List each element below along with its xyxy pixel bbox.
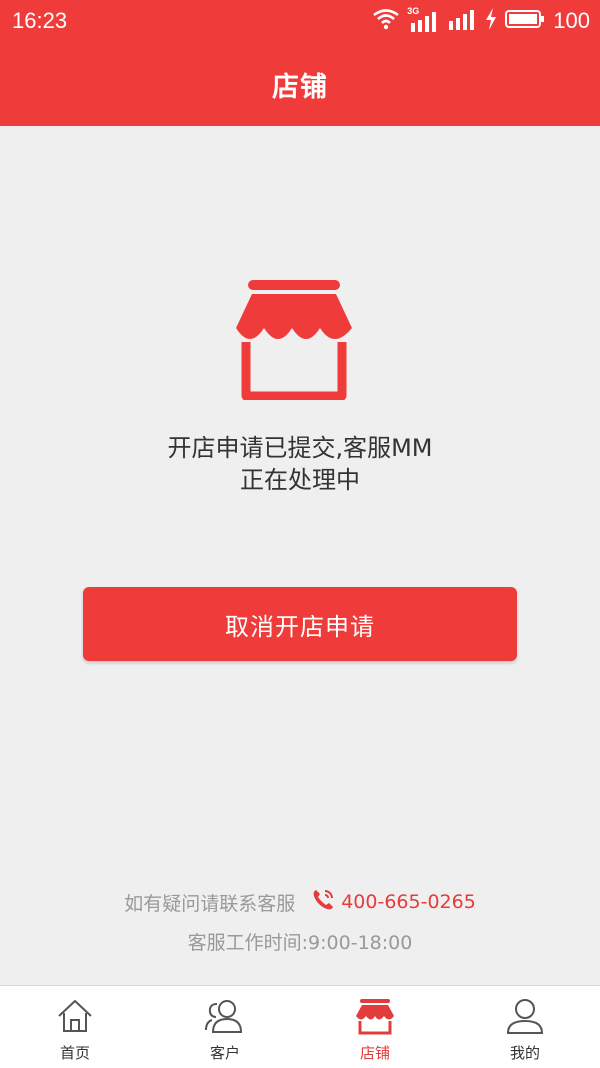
page-title: 店铺 bbox=[272, 71, 328, 103]
wifi-icon bbox=[373, 8, 400, 35]
shop-illustration-icon bbox=[234, 280, 354, 401]
customers-icon bbox=[203, 996, 247, 1040]
tab-shop[interactable]: 店铺 bbox=[300, 986, 450, 1068]
tab-shop-label: 店铺 bbox=[359, 1044, 390, 1062]
phone-icon bbox=[311, 888, 341, 917]
profile-icon bbox=[505, 996, 545, 1040]
battery-icon bbox=[505, 8, 545, 35]
service-hours: 客服工作时间:9:00-18:00 bbox=[187, 932, 413, 954]
status-message-line1: 开店申请已提交,客服MM bbox=[167, 434, 433, 462]
status-message-line2: 正在处理中 bbox=[240, 466, 360, 494]
app-header: 店铺 bbox=[0, 42, 600, 126]
shop-icon bbox=[353, 996, 397, 1040]
cell-signal-icon bbox=[447, 7, 477, 36]
tab-customers[interactable]: 客户 bbox=[150, 986, 300, 1068]
cancel-application-button[interactable]: 取消开店申请 bbox=[83, 587, 517, 661]
status-time: 16:23 bbox=[12, 8, 68, 33]
home-icon bbox=[55, 996, 95, 1040]
contact-phone-link[interactable]: 400-665-0265 bbox=[311, 888, 476, 917]
charging-icon bbox=[485, 7, 497, 35]
status-message: 开店申请已提交,客服MM 正在处理中 bbox=[0, 432, 600, 496]
tab-home-label: 首页 bbox=[59, 1044, 90, 1062]
tab-customers-label: 客户 bbox=[209, 1044, 240, 1062]
status-bar: 16:23 3G 100 bbox=[0, 0, 600, 42]
tab-profile-label: 我的 bbox=[509, 1044, 540, 1062]
battery-level: 100 bbox=[553, 8, 590, 33]
tab-home[interactable]: 首页 bbox=[0, 986, 150, 1068]
contact-prompt: 如有疑问请联系客服 bbox=[124, 892, 296, 915]
cell-signal-3g-icon: 3G bbox=[407, 6, 439, 33]
contact-phone-number: 400-665-0265 bbox=[341, 891, 476, 913]
contact-row: 如有疑问请联系客服 400-665-0265 bbox=[0, 886, 600, 918]
bottom-tab-bar: 首页 客户 店铺 我的 bbox=[0, 985, 600, 1068]
status-indicators: 3G 100 bbox=[373, 6, 590, 36]
tab-profile[interactable]: 我的 bbox=[450, 986, 600, 1068]
